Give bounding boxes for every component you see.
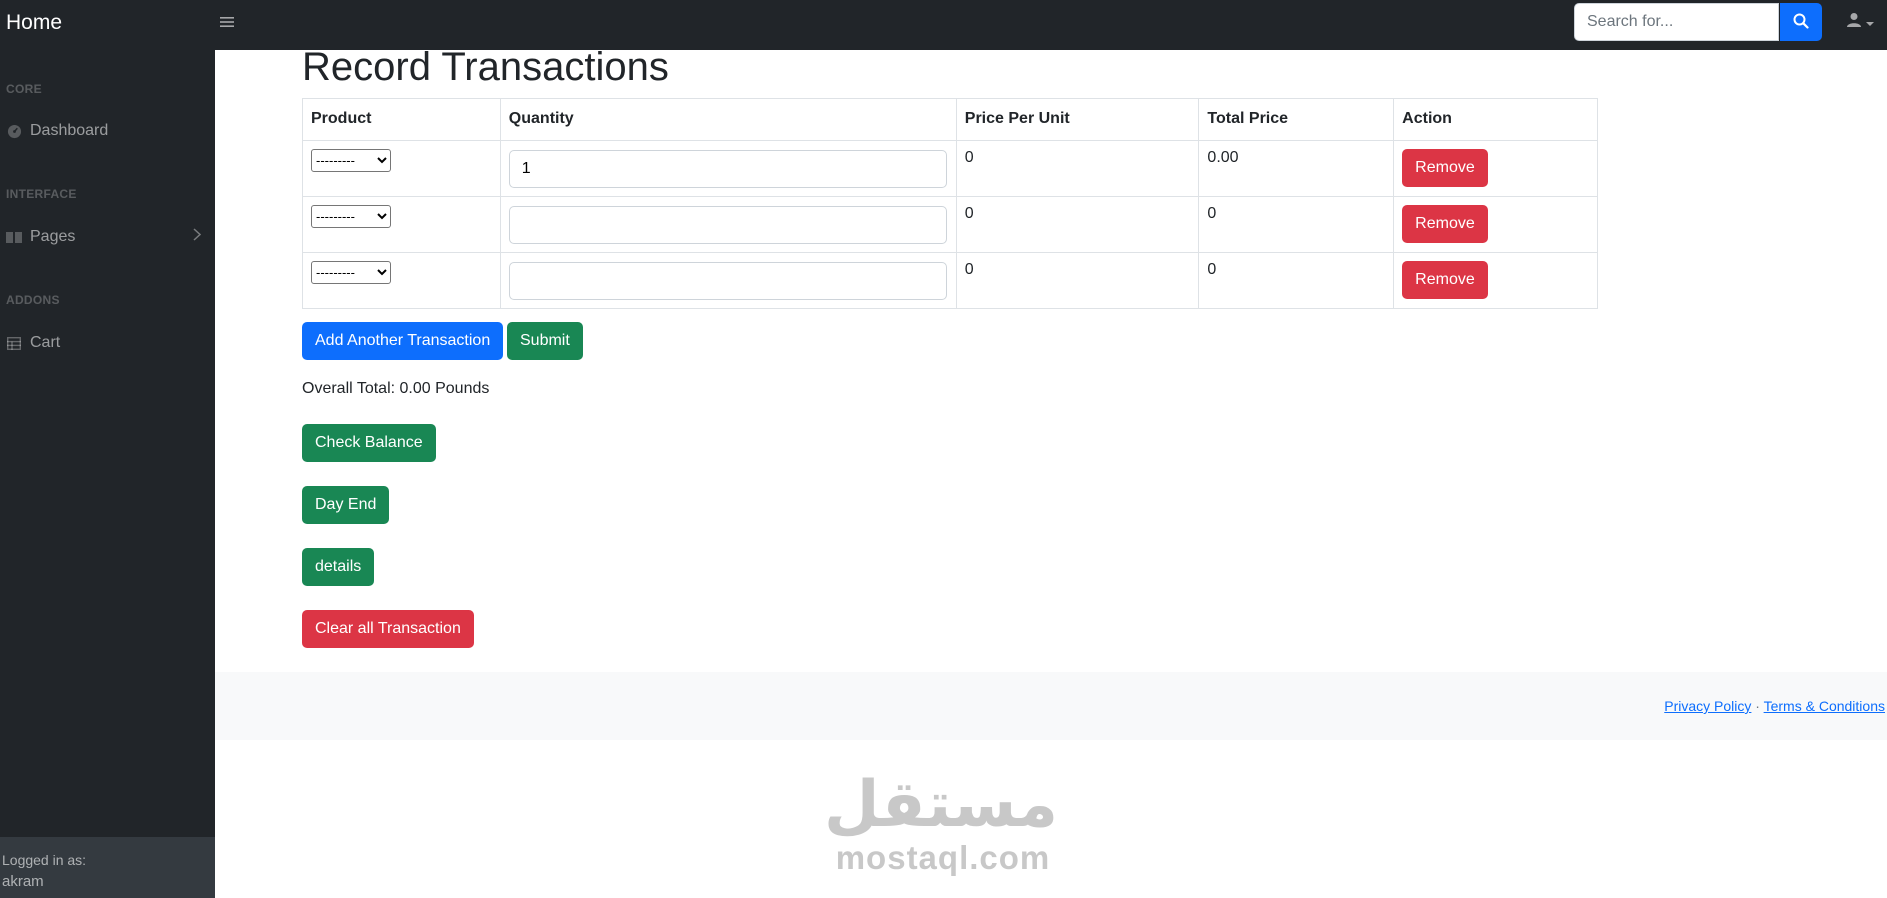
table-icon: [6, 335, 22, 351]
chevron-right-icon: [193, 228, 202, 246]
watermark-latin: mostaql.com: [835, 839, 1051, 876]
quantity-input[interactable]: [508, 262, 947, 300]
quantity-cell: [499, 252, 957, 309]
product-select[interactable]: ---------: [311, 205, 391, 228]
tachometer-icon: [6, 123, 22, 139]
price-per-unit-cell: 0: [955, 196, 1200, 253]
footer-links: Privacy Policy · Terms & Conditions: [1664, 698, 1885, 714]
details-button[interactable]: details: [302, 548, 375, 586]
page-footer: Privacy Policy · Terms & Conditions: [215, 672, 1887, 740]
search-icon: [1793, 13, 1809, 32]
user-dropdown[interactable]: [1846, 12, 1874, 33]
logged-in-user: akram: [2, 873, 44, 890]
book-open-icon: [6, 229, 22, 245]
action-cell: Remove: [1393, 252, 1598, 309]
product-cell: ---------: [302, 140, 501, 197]
product-cell: ---------: [302, 196, 501, 253]
user-icon: [1846, 12, 1862, 33]
check-balance-button[interactable]: Check Balance: [302, 424, 436, 462]
sidebar-item-dashboard[interactable]: Dashboard: [6, 122, 201, 140]
quantity-input[interactable]: [508, 206, 947, 244]
sidebar-item-cart[interactable]: Cart: [6, 334, 201, 352]
column-header-product: Product: [302, 98, 501, 141]
navbar-search: [1574, 3, 1779, 41]
table-row: --------- 0 0 Remove: [302, 196, 1598, 253]
search-input[interactable]: [1574, 3, 1779, 41]
price-per-unit-cell: 0: [955, 140, 1200, 197]
table-row: --------- 0 0 Remove: [302, 252, 1598, 309]
transactions-table: Product Quantity Price Per Unit Total Pr…: [302, 98, 1598, 309]
action-cell: Remove: [1393, 140, 1598, 197]
privacy-policy-link[interactable]: Privacy Policy: [1664, 698, 1751, 714]
action-cell: Remove: [1393, 196, 1598, 253]
sidebar-item-pages[interactable]: Pages: [6, 228, 202, 246]
product-cell: ---------: [302, 252, 501, 309]
table-header-row: Product Quantity Price Per Unit Total Pr…: [302, 98, 1598, 141]
logged-in-label: Logged in as:: [2, 852, 87, 868]
navbar-brand[interactable]: Home: [6, 11, 62, 35]
day-end-button[interactable]: Day End: [302, 486, 390, 524]
total-price-cell: 0: [1198, 252, 1395, 309]
add-transaction-button[interactable]: Add Another Transaction: [302, 322, 504, 360]
sidebar-item-label: Cart: [30, 334, 61, 351]
terms-link[interactable]: Terms & Conditions: [1764, 698, 1885, 714]
column-header-price-per-unit: Price Per Unit: [955, 98, 1200, 141]
quantity-cell: [499, 196, 957, 253]
quantity-cell: [499, 140, 957, 197]
top-navbar: Home: [0, 0, 1887, 50]
column-header-action: Action: [1393, 98, 1598, 141]
sidebar-heading-core: CORE: [6, 82, 42, 96]
sidebar-toggle-icon[interactable]: [220, 12, 234, 35]
column-header-quantity: Quantity: [499, 98, 957, 141]
total-price-cell: 0.00: [1198, 140, 1395, 197]
footer-separator: ·: [1755, 698, 1760, 714]
quantity-input[interactable]: [508, 150, 947, 188]
sidebar-item-label: Dashboard: [30, 122, 109, 139]
sidebar-item-label: Pages: [30, 228, 76, 245]
table-row: --------- 0 0.00 Remove: [302, 140, 1598, 197]
column-header-total-price: Total Price: [1198, 98, 1395, 141]
search-button[interactable]: [1780, 3, 1822, 41]
product-select[interactable]: ---------: [311, 261, 391, 284]
overall-total: Overall Total: 0.00 Pounds: [302, 380, 490, 397]
remove-button[interactable]: Remove: [1402, 261, 1488, 299]
sidebar-heading-addons: ADDONS: [6, 293, 60, 307]
remove-button[interactable]: Remove: [1402, 149, 1488, 187]
product-select[interactable]: ---------: [311, 149, 391, 172]
sidebar-heading-interface: INTERFACE: [6, 187, 77, 201]
watermark-arabic: مستقل: [823, 768, 1058, 842]
submit-button[interactable]: Submit: [507, 322, 583, 360]
page-title: Record Transactions: [302, 45, 669, 89]
watermark-logo: مستقل mostaql.com: [823, 768, 1058, 876]
remove-button[interactable]: Remove: [1402, 205, 1488, 243]
caret-down-icon: [1866, 14, 1874, 32]
clear-all-button[interactable]: Clear all Transaction: [302, 610, 474, 648]
total-price-cell: 0: [1198, 196, 1395, 253]
sidebar-footer: Logged in as: akram: [0, 837, 215, 898]
price-per-unit-cell: 0: [955, 252, 1200, 309]
sidebar: CORE Dashboard INTERFACE Pages ADDONS Ca…: [0, 50, 215, 898]
